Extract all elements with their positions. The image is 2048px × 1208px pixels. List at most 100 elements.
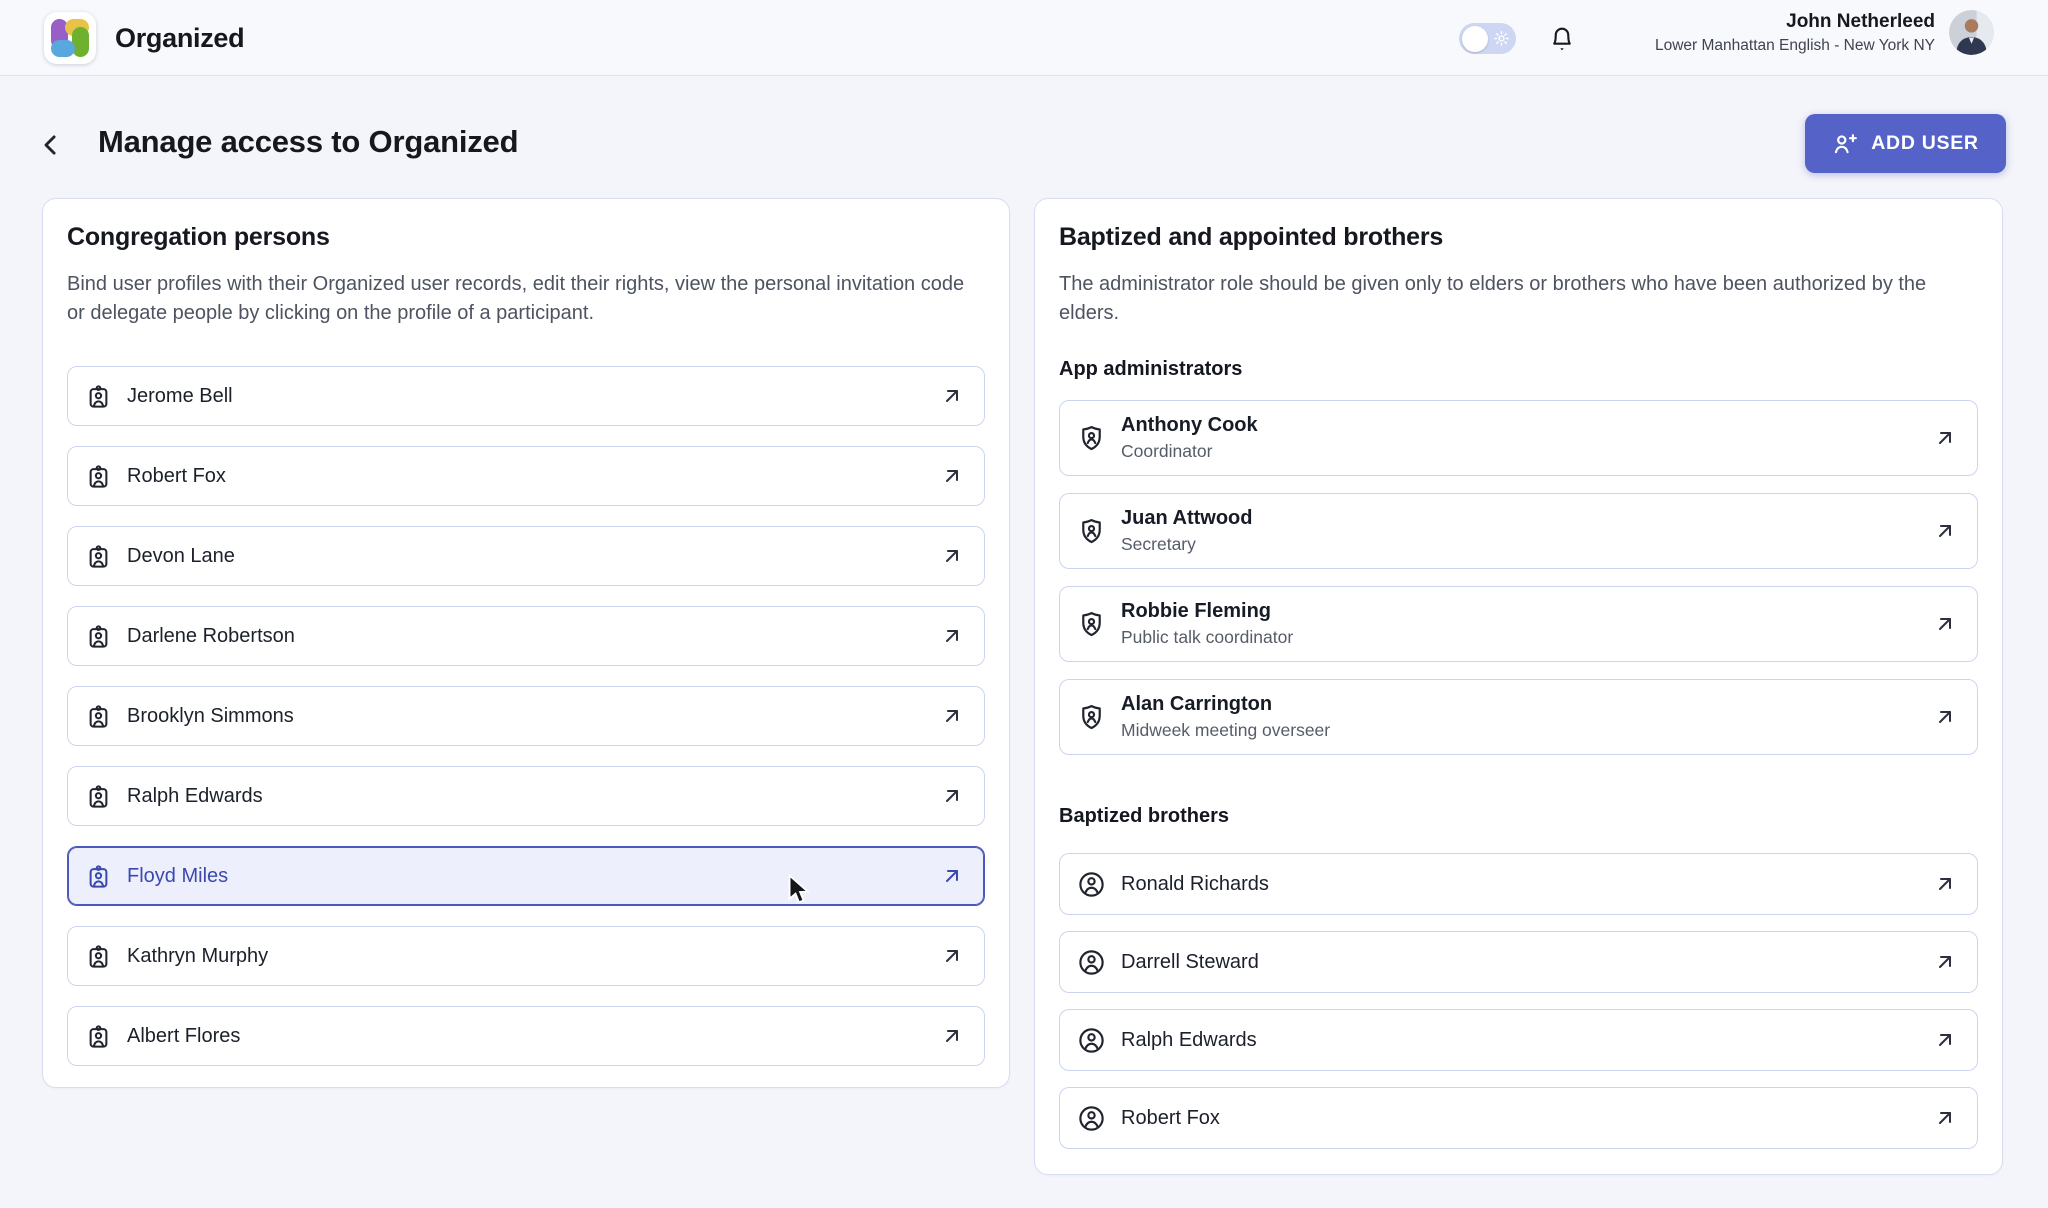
admin-text: Anthony Cook Coordinator [1121, 414, 1258, 462]
congregation-panel: Congregation persons Bind user profiles … [42, 198, 1010, 1088]
admin-row[interactable]: Robbie Fleming Public talk coordinator [1059, 586, 1978, 662]
congregation-panel-description: Bind user profiles with their Organized … [67, 270, 977, 328]
open-profile-arrow-icon[interactable] [1933, 519, 1957, 543]
person-row[interactable]: Darlene Robertson [67, 606, 985, 666]
brother-row[interactable]: Ralph Edwards [1059, 1009, 1978, 1071]
congregation-panel-title: Congregation persons [67, 223, 985, 252]
page-title: Manage access to Organized [98, 124, 518, 160]
person-row[interactable]: Robert Fox [67, 446, 985, 506]
brother-name: Ralph Edwards [1121, 1029, 1257, 1052]
brand: Organized [44, 12, 244, 64]
user-text: John Netherleed Lower Manhattan English … [1655, 11, 1935, 55]
sun-icon [1493, 30, 1510, 47]
id-badge-icon [85, 543, 112, 570]
section-label: App administrators [1059, 358, 1978, 381]
person-name: Kathryn Murphy [127, 945, 268, 968]
id-badge-icon [85, 1023, 112, 1050]
section-label: Baptized brothers [1059, 805, 1978, 828]
bell-icon [1547, 23, 1577, 53]
section-list: Ronald Richards Darrell Steward [1059, 853, 1978, 1149]
admin-role: Midweek meeting overseer [1121, 720, 1330, 741]
admin-name: Juan Attwood [1121, 507, 1252, 530]
add-user-button[interactable]: ADD USER [1805, 114, 2006, 173]
app-title: Organized [115, 23, 244, 54]
person-name: Floyd Miles [127, 865, 228, 888]
id-badge-icon [85, 783, 112, 810]
admin-role: Public talk coordinator [1121, 627, 1293, 648]
id-badge-icon [85, 463, 112, 490]
open-profile-arrow-icon[interactable] [940, 544, 964, 568]
open-profile-arrow-icon[interactable] [1933, 872, 1957, 896]
admin-name: Alan Carrington [1121, 693, 1330, 716]
person-row[interactable]: Albert Flores [67, 1006, 985, 1066]
theme-toggle[interactable] [1459, 23, 1516, 54]
admin-row[interactable]: Juan Attwood Secretary [1059, 493, 1978, 569]
circle-user-icon [1077, 948, 1106, 977]
open-profile-arrow-icon[interactable] [1933, 1028, 1957, 1052]
id-badge-icon [85, 623, 112, 650]
person-row[interactable]: Brooklyn Simmons [67, 686, 985, 746]
circle-user-icon [1077, 1026, 1106, 1055]
person-row[interactable]: Floyd Miles [67, 846, 985, 906]
open-profile-arrow-icon[interactable] [940, 944, 964, 968]
notifications-button[interactable] [1544, 20, 1580, 56]
back-button[interactable] [32, 126, 70, 164]
open-profile-arrow-icon[interactable] [940, 384, 964, 408]
open-profile-arrow-icon[interactable] [940, 1024, 964, 1048]
open-profile-arrow-icon[interactable] [1933, 426, 1957, 450]
admin-row[interactable]: Alan Carrington Midweek meeting overseer [1059, 679, 1978, 755]
open-profile-arrow-icon[interactable] [940, 864, 964, 888]
open-profile-arrow-icon[interactable] [1933, 1106, 1957, 1130]
admin-name: Anthony Cook [1121, 414, 1258, 437]
app-logo-icon [44, 12, 96, 64]
shield-user-icon [1077, 610, 1106, 639]
user-name: John Netherleed [1655, 11, 1935, 33]
person-row[interactable]: Kathryn Murphy [67, 926, 985, 986]
person-row[interactable]: Devon Lane [67, 526, 985, 586]
person-row[interactable]: Ralph Edwards [67, 766, 985, 826]
id-badge-icon [85, 383, 112, 410]
congregation-list: Jerome Bell Robert Fox [67, 366, 985, 1066]
brother-row[interactable]: Darrell Steward [1059, 931, 1978, 993]
admin-name: Robbie Fleming [1121, 600, 1293, 623]
user-congregation: Lower Manhattan English - New York NY [1655, 37, 1935, 55]
open-profile-arrow-icon[interactable] [940, 704, 964, 728]
person-row[interactable]: Jerome Bell [67, 366, 985, 426]
user-menu[interactable]: John Netherleed Lower Manhattan English … [1655, 10, 1994, 55]
person-name: Brooklyn Simmons [127, 705, 294, 728]
id-badge-icon [85, 863, 112, 890]
brother-row[interactable]: Robert Fox [1059, 1087, 1978, 1149]
open-profile-arrow-icon[interactable] [940, 784, 964, 808]
brothers-panel: Baptized and appointed brothers The admi… [1034, 198, 2003, 1175]
brothers-panel-title: Baptized and appointed brothers [1059, 223, 1978, 252]
brothers-sections: App administrators Anthony Cook Coordina… [1059, 358, 1978, 1149]
brother-name: Ronald Richards [1121, 873, 1269, 896]
open-profile-arrow-icon[interactable] [940, 624, 964, 648]
open-profile-arrow-icon[interactable] [1933, 612, 1957, 636]
person-name: Albert Flores [127, 1025, 240, 1048]
id-badge-icon [85, 943, 112, 970]
add-user-icon [1832, 131, 1858, 157]
person-name: Ralph Edwards [127, 785, 263, 808]
admin-text: Robbie Fleming Public talk coordinator [1121, 600, 1293, 648]
open-profile-arrow-icon[interactable] [940, 464, 964, 488]
add-user-label: ADD USER [1871, 132, 1978, 155]
admin-text: Juan Attwood Secretary [1121, 507, 1252, 555]
user-avatar[interactable] [1949, 10, 1994, 55]
person-name: Darlene Robertson [127, 625, 295, 648]
admin-row[interactable]: Anthony Cook Coordinator [1059, 400, 1978, 476]
brothers-section: Baptized brothers Ronald Richards Darrel… [1059, 805, 1978, 1149]
admin-role: Secretary [1121, 534, 1252, 555]
person-name: Robert Fox [127, 465, 226, 488]
brother-row[interactable]: Ronald Richards [1059, 853, 1978, 915]
shield-user-icon [1077, 424, 1106, 453]
admin-role: Coordinator [1121, 441, 1258, 462]
shield-user-icon [1077, 703, 1106, 732]
open-profile-arrow-icon[interactable] [1933, 950, 1957, 974]
section-list: Anthony Cook Coordinator Juan Attwood Se… [1059, 400, 1978, 755]
person-name: Devon Lane [127, 545, 235, 568]
open-profile-arrow-icon[interactable] [1933, 705, 1957, 729]
id-badge-icon [85, 703, 112, 730]
back-chevron-icon [36, 130, 66, 160]
shield-user-icon [1077, 517, 1106, 546]
